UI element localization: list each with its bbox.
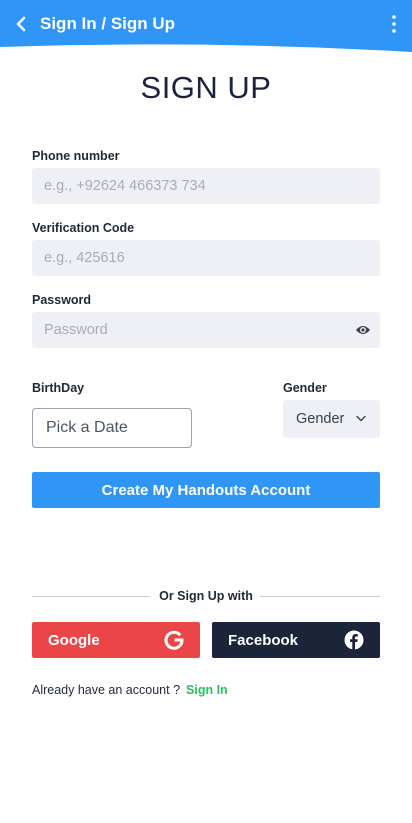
kebab-menu-icon[interactable] — [390, 14, 398, 34]
facebook-button-label: Facebook — [228, 631, 299, 649]
create-account-button[interactable]: Create My Handouts Account — [32, 472, 380, 508]
page-title: SIGN UP — [140, 70, 272, 105]
footer: Already have an account ? Sign In — [32, 683, 228, 697]
google-icon — [164, 630, 184, 650]
gender-label: Gender — [283, 381, 327, 395]
footer-prompt: Already have an account ? — [32, 683, 181, 697]
verification-code-input[interactable] — [44, 240, 380, 276]
google-button-label: Google — [48, 631, 100, 649]
sign-in-link[interactable]: Sign In — [186, 683, 228, 697]
birthday-date-picker[interactable]: Pick a Date — [32, 408, 192, 448]
password-label: Password — [32, 293, 92, 307]
divider-text: Or Sign Up with — [159, 589, 253, 603]
facebook-signup-button[interactable]: Facebook — [212, 622, 380, 658]
chevron-left-icon[interactable] — [13, 14, 29, 34]
phone-input[interactable] — [44, 168, 380, 204]
phone-field-container — [32, 168, 380, 204]
chevron-down-icon — [356, 415, 366, 422]
birthday-label: BirthDay — [32, 381, 85, 395]
phone-label: Phone number — [32, 149, 120, 163]
verification-code-label: Verification Code — [32, 221, 135, 235]
birthday-placeholder: Pick a Date — [46, 419, 128, 436]
gender-select[interactable]: Gender — [283, 400, 380, 438]
app-bar-title: Sign In / Sign Up — [40, 14, 176, 33]
verification-code-field-container — [32, 240, 380, 276]
divider-line-right — [260, 596, 380, 597]
google-signup-button[interactable]: Google — [32, 622, 200, 658]
divider-line-left — [32, 596, 150, 597]
password-input[interactable] — [44, 312, 380, 348]
password-field-container — [32, 312, 380, 348]
gender-selected-value: Gender — [296, 411, 345, 427]
eye-icon[interactable] — [355, 323, 371, 337]
app-bar: Sign In / Sign Up — [0, 0, 412, 52]
facebook-icon — [344, 630, 364, 650]
